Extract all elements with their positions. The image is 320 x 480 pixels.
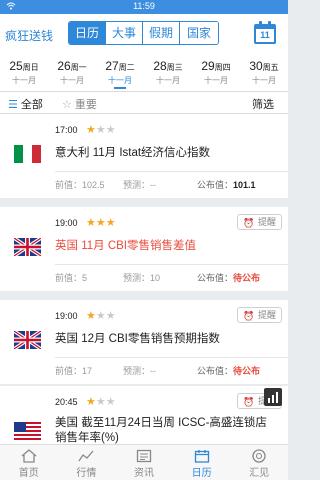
brand-title[interactable]: 疯狂送钱 (5, 27, 53, 44)
calendar-picker-button[interactable]: 11 (254, 21, 276, 45)
event-title: 美国 截至11月24日当周 ICSC-高盛连锁店销售年率(%) (55, 417, 267, 444)
market-icon (58, 448, 116, 464)
filter-button[interactable]: 筛选 (252, 96, 274, 112)
importance-stars: ★★★ (86, 310, 116, 322)
tab-major-events[interactable]: 大事 (106, 22, 143, 44)
filter-important-button[interactable]: ☆ 重要 (62, 96, 97, 112)
date-item[interactable]: 26周一 十一月 (48, 52, 96, 91)
uk-flag-icon (14, 238, 41, 256)
selected-underline (114, 87, 126, 89)
event-title: 英国 11月 CBI零售销售差值 (55, 240, 196, 252)
bottom-nav: 首页 行情 资讯 日历 汇见 (0, 444, 288, 480)
date-item[interactable]: 29周四 十一月 (192, 52, 240, 91)
event-title: 意大利 11月 Istat经济信心指数 (55, 147, 211, 159)
nav-news[interactable]: 资讯 (115, 445, 173, 480)
alarm-clock-icon: ⏰ (243, 218, 255, 228)
event-time: 20:45 (55, 397, 78, 407)
remind-button[interactable]: ⏰提醒 (237, 214, 282, 230)
community-icon (230, 448, 288, 464)
date-item[interactable]: 25周日 十一月 (0, 52, 48, 91)
alarm-clock-icon: ⏰ (243, 311, 255, 321)
chart-float-button[interactable] (264, 388, 282, 406)
date-item[interactable]: 28周三 十一月 (144, 52, 192, 91)
uk-flag-icon (14, 331, 41, 349)
nav-community[interactable]: 汇见 (230, 445, 288, 480)
event-time: 17:00 (55, 125, 78, 135)
remind-button[interactable]: ⏰提醒 (237, 307, 282, 323)
app-root: 11:59 疯狂送钱 日历 大事 假期 国家 11 25周日 十一月 26周一 … (0, 0, 288, 480)
top-tabs: 日历 大事 假期 国家 (68, 21, 219, 45)
date-strip: 25周日 十一月 26周一 十一月 27周二 十一月 28周三 十一月 29周四… (0, 52, 288, 92)
importance-stars: ★★★ (86, 217, 116, 229)
filter-bar: ☰ 全部 ☆ 重要 筛选 (0, 92, 288, 114)
nav-calendar[interactable]: 日历 (173, 445, 231, 480)
nav-market[interactable]: 行情 (58, 445, 116, 480)
tab-calendar[interactable]: 日历 (69, 22, 106, 44)
calendar-icon (173, 448, 231, 464)
news-icon (115, 448, 173, 464)
event-time: 19:00 (55, 218, 78, 228)
app-header: 疯狂送钱 日历 大事 假期 国家 11 (0, 14, 288, 52)
date-item[interactable]: 30周五 十一月 (240, 52, 288, 91)
status-bar: 11:59 (0, 0, 288, 14)
importance-stars: ★★★ (86, 124, 116, 136)
calendar-day-number: 11 (254, 29, 276, 44)
importance-stars: ★★★ (86, 396, 116, 408)
home-icon (0, 448, 58, 464)
italy-flag-icon (14, 145, 41, 163)
event-card[interactable]: 17:00 ★★★ 意大利 11月 Istat经济信心指数 前值：102.5 预… (0, 114, 288, 198)
date-item-selected[interactable]: 27周二 十一月 (96, 52, 144, 91)
event-time: 19:00 (55, 311, 78, 321)
list-icon: ☰ (8, 99, 18, 111)
bar-chart-icon (268, 392, 278, 403)
star-outline-icon: ☆ (62, 99, 72, 111)
us-flag-icon (14, 422, 41, 440)
event-card[interactable]: 19:00 ★★★ ⏰ 提醒 英国 12月 CBI零售销售预期指数 前值：17 预… (0, 300, 288, 384)
filter-all-button[interactable]: ☰ 全部 (8, 96, 43, 112)
tab-holidays[interactable]: 假期 (143, 22, 180, 44)
event-list: 17:00 ★★★ 意大利 11月 Istat经济信心指数 前值：102.5 预… (0, 114, 288, 444)
status-time: 11:59 (133, 1, 155, 11)
event-title: 英国 12月 CBI零售销售预期指数 (55, 333, 220, 345)
alarm-clock-icon: ⏰ (243, 397, 255, 407)
tab-countries[interactable]: 国家 (180, 22, 218, 44)
event-card[interactable]: 20:45 ★★★ ⏰提醒 美国 截至11月24日当周 ICSC-高盛连锁店销售… (0, 386, 288, 444)
nav-home[interactable]: 首页 (0, 445, 58, 480)
event-card[interactable]: 19:00 ★★★ ⏰ 提醒 英国 11月 CBI零售销售差值 前值：5 预测：1… (0, 207, 288, 291)
